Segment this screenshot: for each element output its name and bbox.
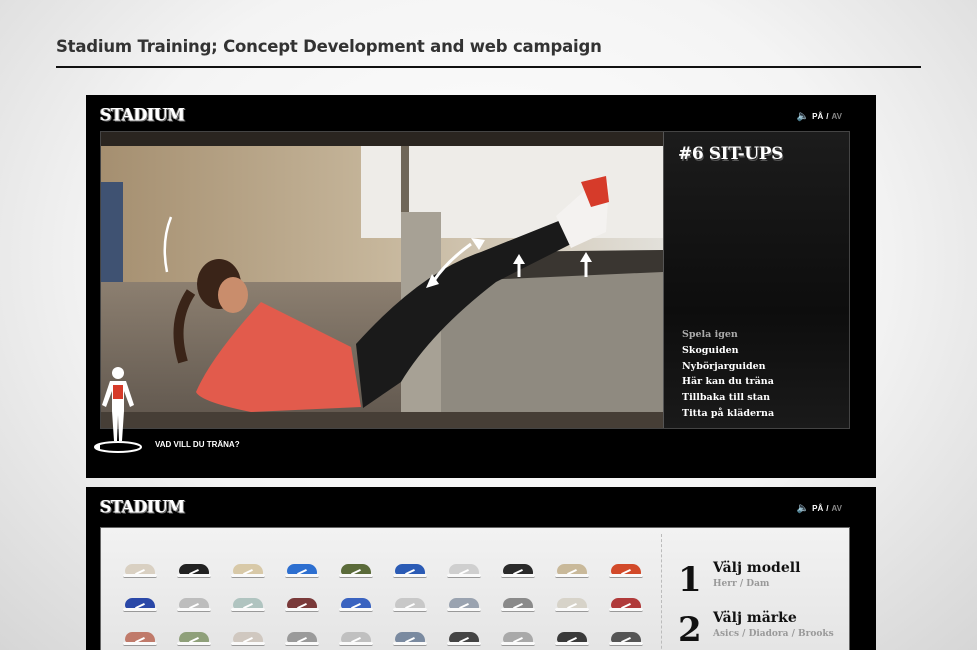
shoe-sole [339,608,373,612]
shoe-sole [339,574,373,578]
step-options[interactable]: Asics / Diadora / Brooks [713,629,834,639]
shoe-sole [501,642,535,646]
train-prompt: VAD VILL DU TRÄNA? [155,440,240,449]
stadium-logo[interactable]: STADIUM [100,105,185,125]
shoe-sole [123,608,157,612]
step-number: 1 [678,560,702,600]
shoe-selector: 1 Välj modell Herr / Dam 2 Välj märke As… [100,527,850,650]
shoe-thumbnail[interactable] [339,628,373,648]
shoe-thumbnail[interactable] [285,628,319,648]
shoe-thumbnail[interactable] [609,594,643,614]
sound-on[interactable]: PÅ [812,504,823,513]
exercise-menu: Spela igen Skoguiden Nybörjarguiden Här … [682,327,774,422]
shoe-thumbnail[interactable] [609,560,643,580]
shoe-thumbnail[interactable] [609,628,643,648]
shoe-thumbnail[interactable] [501,560,535,580]
shoe-sole [447,642,481,646]
shoe-sole [555,574,589,578]
shoe-sole [231,608,265,612]
shoe-sole [285,574,319,578]
speaker-icon: 🔈 [796,111,810,122]
stadium-logo[interactable]: STADIUM [100,497,185,517]
shoe-sole [177,642,211,646]
shoe-thumbnail[interactable] [501,594,535,614]
step-title[interactable]: Välj modell [713,560,800,576]
shoe-thumbnail[interactable] [555,560,589,580]
campaign-screen-shoe-guide: STADIUM 🔈 PÅ / AV 1 Välj modell Herr / D… [86,487,876,650]
sound-separator: / [826,112,829,121]
shoe-thumbnail[interactable] [177,560,211,580]
shoe-sole [555,642,589,646]
shoe-thumbnail[interactable] [177,594,211,614]
shoe-thumbnail[interactable] [447,594,481,614]
page-title: Stadium Training; Concept Development an… [56,37,602,56]
sound-separator: / [826,504,829,513]
shoe-sole [285,642,319,646]
sound-on[interactable]: PÅ [812,112,823,121]
shoe-thumbnail[interactable] [501,628,535,648]
shoe-thumbnail[interactable] [447,628,481,648]
shoe-thumbnail[interactable] [177,628,211,648]
shoe-thumbnail[interactable] [447,560,481,580]
shoe-sole [231,642,265,646]
shoe-grid [123,560,663,648]
shoe-thumbnail[interactable] [393,560,427,580]
shoe-sole [501,608,535,612]
shoe-thumbnail[interactable] [285,594,319,614]
shoe-sole [609,642,643,646]
shoe-sole [555,608,589,612]
campaign-screen-exercise: STADIUM 🔈 PÅ / AV #6 SIT-UPS Spela igen … [86,95,876,478]
exercise-side-panel: #6 SIT-UPS Spela igen Skoguiden Nybörjar… [663,132,849,428]
sound-off[interactable]: AV [831,112,842,121]
shoe-sole [177,574,211,578]
shoe-sole [447,608,481,612]
shoe-sole [123,574,157,578]
shoe-sole [177,608,211,612]
sound-off[interactable]: AV [831,504,842,513]
shoe-thumbnail[interactable] [123,628,157,648]
step-number: 2 [678,610,702,650]
shoe-sole [447,574,481,578]
shoe-sole [393,642,427,646]
shoe-thumbnail[interactable] [393,594,427,614]
shoe-sole [393,574,427,578]
menu-item-where-to-train[interactable]: Här kan du träna [682,374,774,390]
menu-item-back-to-city[interactable]: Tillbaka till stan [682,390,774,406]
sound-toggle[interactable]: 🔈 PÅ / AV [797,111,842,122]
shoe-thumbnail[interactable] [123,560,157,580]
speaker-icon: 🔈 [796,503,810,514]
shoe-sole [609,608,643,612]
step-title[interactable]: Välj märke [713,610,797,626]
shoe-thumbnail[interactable] [555,628,589,648]
shoe-sole [285,608,319,612]
shoe-thumbnail[interactable] [231,628,265,648]
shoe-sole [609,574,643,578]
menu-item-shoe-guide[interactable]: Skoguiden [682,343,774,359]
menu-item-beginner-guide[interactable]: Nybörjarguiden [682,359,774,375]
body-figure-icon[interactable] [90,363,146,464]
shoe-sole [339,642,373,646]
shoe-thumbnail[interactable] [123,594,157,614]
shoe-thumbnail[interactable] [555,594,589,614]
shoe-thumbnail[interactable] [339,594,373,614]
shoe-sole [393,608,427,612]
shoe-sole [231,574,265,578]
exercise-title: #6 SIT-UPS [678,144,783,164]
step-options[interactable]: Herr / Dam [713,579,769,589]
sound-toggle[interactable]: 🔈 PÅ / AV [797,503,842,514]
shoe-thumbnail[interactable] [231,560,265,580]
shoe-thumbnail[interactable] [393,628,427,648]
shoe-thumbnail[interactable] [339,560,373,580]
menu-item-view-clothes[interactable]: Titta på kläderna [682,406,774,422]
shoe-sole [501,574,535,578]
shoe-thumbnail[interactable] [285,560,319,580]
shoe-thumbnail[interactable] [231,594,265,614]
column-divider [661,534,662,650]
exercise-photo [101,132,663,428]
title-divider [56,66,921,68]
menu-item-play-again[interactable]: Spela igen [682,327,774,343]
exercise-stage: #6 SIT-UPS Spela igen Skoguiden Nybörjar… [100,131,850,429]
shoe-sole [123,642,157,646]
